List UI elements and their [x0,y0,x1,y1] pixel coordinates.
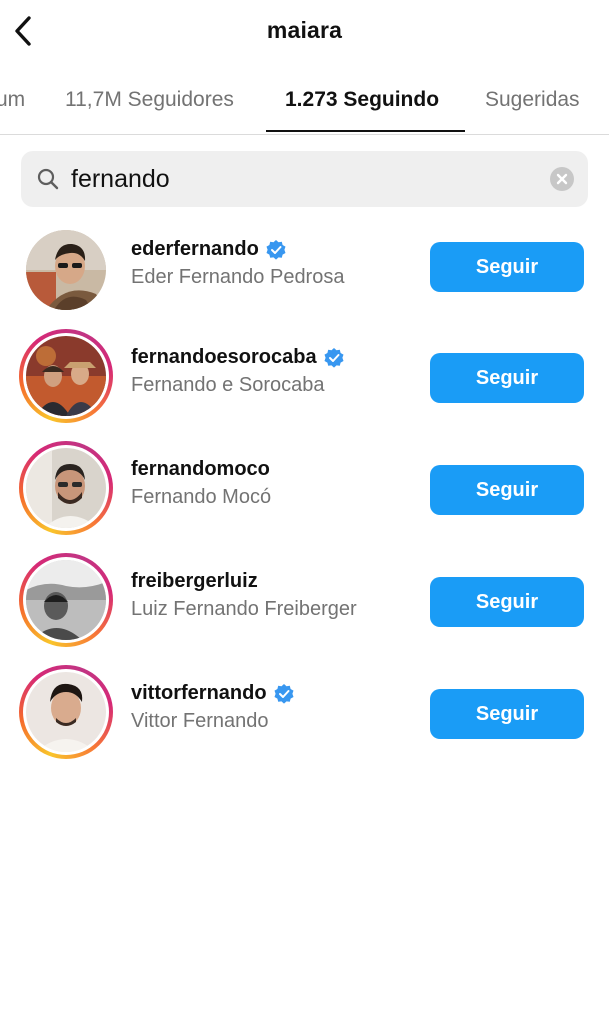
page-title: maiara [266,17,343,43]
avatar[interactable] [19,665,113,759]
verified-badge-icon [273,683,295,705]
search-icon [37,168,59,190]
full-name: Vittor Fernando [131,710,269,732]
clear-icon[interactable] [550,167,574,191]
follow-button[interactable]: Seguir [430,353,584,403]
header: maiara [0,0,609,66]
full-name: Eder Fernando Pedrosa [131,266,345,288]
tab-album[interactable]: um [0,88,25,112]
list-item[interactable]: ederfernando Eder Fernando Pedrosa Segui… [0,218,609,318]
full-name: Luiz Fernando Freiberger [131,598,357,620]
tab-bar: um 11,7M Seguidores 1.273 Seguindo Suger… [0,66,609,135]
follow-button[interactable]: Seguir [430,689,584,739]
full-name: Fernando e Sorocaba [131,374,325,396]
list-item[interactable]: freibergerluiz Luiz Fernando Freiberger … [0,550,609,650]
avatar[interactable] [19,223,113,317]
username[interactable]: fernandoesorocaba [131,346,317,369]
username[interactable]: ederfernando [131,238,259,261]
search-bar [21,151,588,207]
full-name: Fernando Mocó [131,486,272,508]
list-item[interactable]: fernandomoco Fernando Mocó Seguir [0,438,609,538]
follow-button[interactable]: Seguir [430,577,584,627]
verified-badge-icon [265,239,287,261]
follow-button[interactable]: Seguir [430,465,584,515]
tab-suggested[interactable]: Sugeridas [485,88,580,112]
username[interactable]: freibergerluiz [131,570,258,593]
verified-badge-icon [323,347,345,369]
search-input[interactable] [71,160,541,198]
username[interactable]: fernandomoco [131,458,270,481]
tab-followers[interactable]: 11,7M Seguidores [65,88,234,112]
tab-following[interactable]: 1.273 Seguindo [285,88,439,112]
username[interactable]: vittorfernando [131,682,267,705]
list-item[interactable]: fernandoesorocaba Fernando e Sorocaba Se… [0,326,609,426]
list-item[interactable]: vittorfernando Vittor Fernando Seguir [0,662,609,762]
follow-button[interactable]: Seguir [430,242,584,292]
active-tab-indicator [266,130,465,132]
avatar[interactable] [19,553,113,647]
avatar[interactable] [19,329,113,423]
avatar[interactable] [19,441,113,535]
